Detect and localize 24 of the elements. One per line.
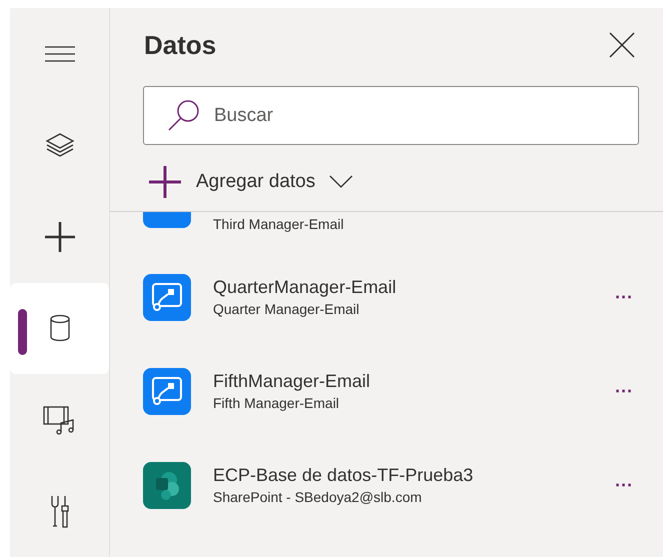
layers-icon: [44, 132, 74, 158]
more-options-button[interactable]: ···: [615, 284, 633, 310]
plus-icon: [148, 165, 182, 199]
data-source-subtitle: SharePoint - SBedoya2@slb.com: [213, 488, 423, 506]
plus-icon: [44, 220, 76, 253]
chevron-down-icon: [329, 175, 354, 189]
data-source-name[interactable]: ECP-Base de datos-TF-Prueba3: [213, 464, 616, 486]
panel-title: Datos: [144, 32, 216, 58]
data-source-name[interactable]: QuarterManager-Email: [213, 276, 616, 298]
rail-tab[interactable]: [10, 282, 109, 374]
media-icon: [42, 404, 76, 435]
more-options-button[interactable]: ···: [615, 472, 633, 498]
search-icon: [167, 99, 201, 131]
data-source-subtitle: Third Manager-Email: [213, 216, 345, 234]
database-icon: [48, 314, 72, 342]
data-source-subtitle: Fifth Manager-Email: [213, 394, 340, 412]
close-icon[interactable]: [609, 32, 635, 58]
more-options-button[interactable]: ···: [615, 378, 633, 404]
add-data-button[interactable]: Agregar datos: [148, 161, 354, 203]
selection-indicator: [18, 308, 27, 354]
menu-icon: [44, 44, 76, 64]
search-field[interactable]: Buscar: [143, 86, 639, 145]
data-source-name[interactable]: FifthManager-Email: [213, 370, 616, 392]
data-source-subtitle: Quarter Manager-Email: [213, 300, 360, 318]
